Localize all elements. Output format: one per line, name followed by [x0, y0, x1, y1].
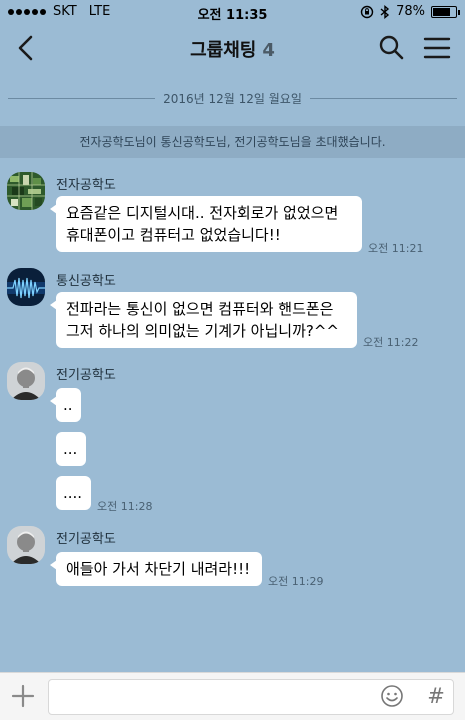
menu-button[interactable]: [421, 32, 453, 64]
search-icon: [379, 35, 404, 60]
input-bar: #: [0, 672, 465, 720]
message-bubble[interactable]: 애들아 가서 차단기 내려라!!!: [50, 552, 262, 586]
attach-button[interactable]: [8, 681, 38, 711]
emoji-icon: [381, 685, 403, 707]
avatar[interactable]: [7, 268, 45, 306]
person-portrait-avatar-icon: [7, 362, 45, 400]
message-line: 요즘같은 디지털시대.. 전자회로가 없었으면: [66, 204, 339, 222]
sender-name: 전기공학도: [56, 368, 116, 383]
status-bar: SKT LTE 오전 11:35 78%: [0, 0, 465, 24]
battery-percent: 78%: [396, 4, 425, 19]
sender-name: 전자공학도: [56, 178, 116, 193]
bluetooth-icon: [380, 4, 390, 19]
message-bubble[interactable]: ..: [50, 388, 81, 422]
message-time: 오전 11:22: [363, 336, 419, 349]
message-bubble[interactable]: 전파라는 통신이 없으면 컴퓨터와 핸드폰은 그저 하나의 의미없는 기계가 아…: [50, 292, 357, 348]
chat-header: 그룹채팅 4: [0, 24, 465, 72]
plus-icon: [11, 684, 35, 708]
avatar[interactable]: [7, 526, 45, 564]
circuit-board-avatar-icon: [7, 172, 45, 210]
message-bubble[interactable]: ...: [56, 432, 86, 466]
person-portrait-avatar-icon: [7, 526, 45, 564]
sender-name: 전기공학도: [56, 532, 116, 547]
message-line: 그저 하나의 의미없는 기계가 아닙니까?^^: [66, 322, 339, 340]
message-time: 오전 11:28: [97, 500, 153, 513]
chat-title-text: 그룹채팅: [190, 40, 257, 61]
chevron-left-icon: [18, 35, 33, 61]
avatar[interactable]: [7, 172, 45, 210]
hamburger-menu-icon: [423, 37, 451, 59]
divider-line: [8, 97, 156, 99]
message-line: 전파라는 통신이 없으면 컴퓨터와 핸드폰은: [66, 300, 334, 318]
sender-name: 통신공학도: [56, 274, 116, 289]
emoji-button[interactable]: [380, 684, 404, 708]
divider-line: [309, 97, 458, 99]
avatar[interactable]: [7, 362, 45, 400]
signal-wave-avatar-icon: [7, 268, 45, 306]
battery-fill: [433, 7, 451, 16]
message-bubble[interactable]: ....: [56, 476, 91, 510]
member-count: 4: [262, 40, 275, 61]
hashtag-button[interactable]: #: [425, 682, 447, 710]
battery-icon: [431, 5, 460, 18]
search-button[interactable]: [375, 32, 407, 64]
back-button[interactable]: [10, 32, 42, 64]
message-bubble[interactable]: 요즘같은 디지털시대.. 전자회로가 없었으면 휴대폰이고 컴퓨터고 없었습니다…: [50, 196, 362, 252]
message-line: 휴대폰이고 컴퓨터고 없었습니다!!: [66, 226, 281, 244]
message-time: 오전 11:29: [268, 575, 324, 588]
orientation-lock-icon: [360, 5, 374, 18]
status-right: 78%: [360, 4, 460, 19]
date-divider: 2016년 12월 12일 월요일: [8, 88, 458, 108]
date-divider-text: 2016년 12월 12일 월요일: [163, 91, 302, 106]
message-time: 오전 11:21: [368, 242, 424, 255]
system-notice: 전자공학도님이 통신공학도님, 전기공학도님을 초대했습니다.: [0, 126, 465, 158]
